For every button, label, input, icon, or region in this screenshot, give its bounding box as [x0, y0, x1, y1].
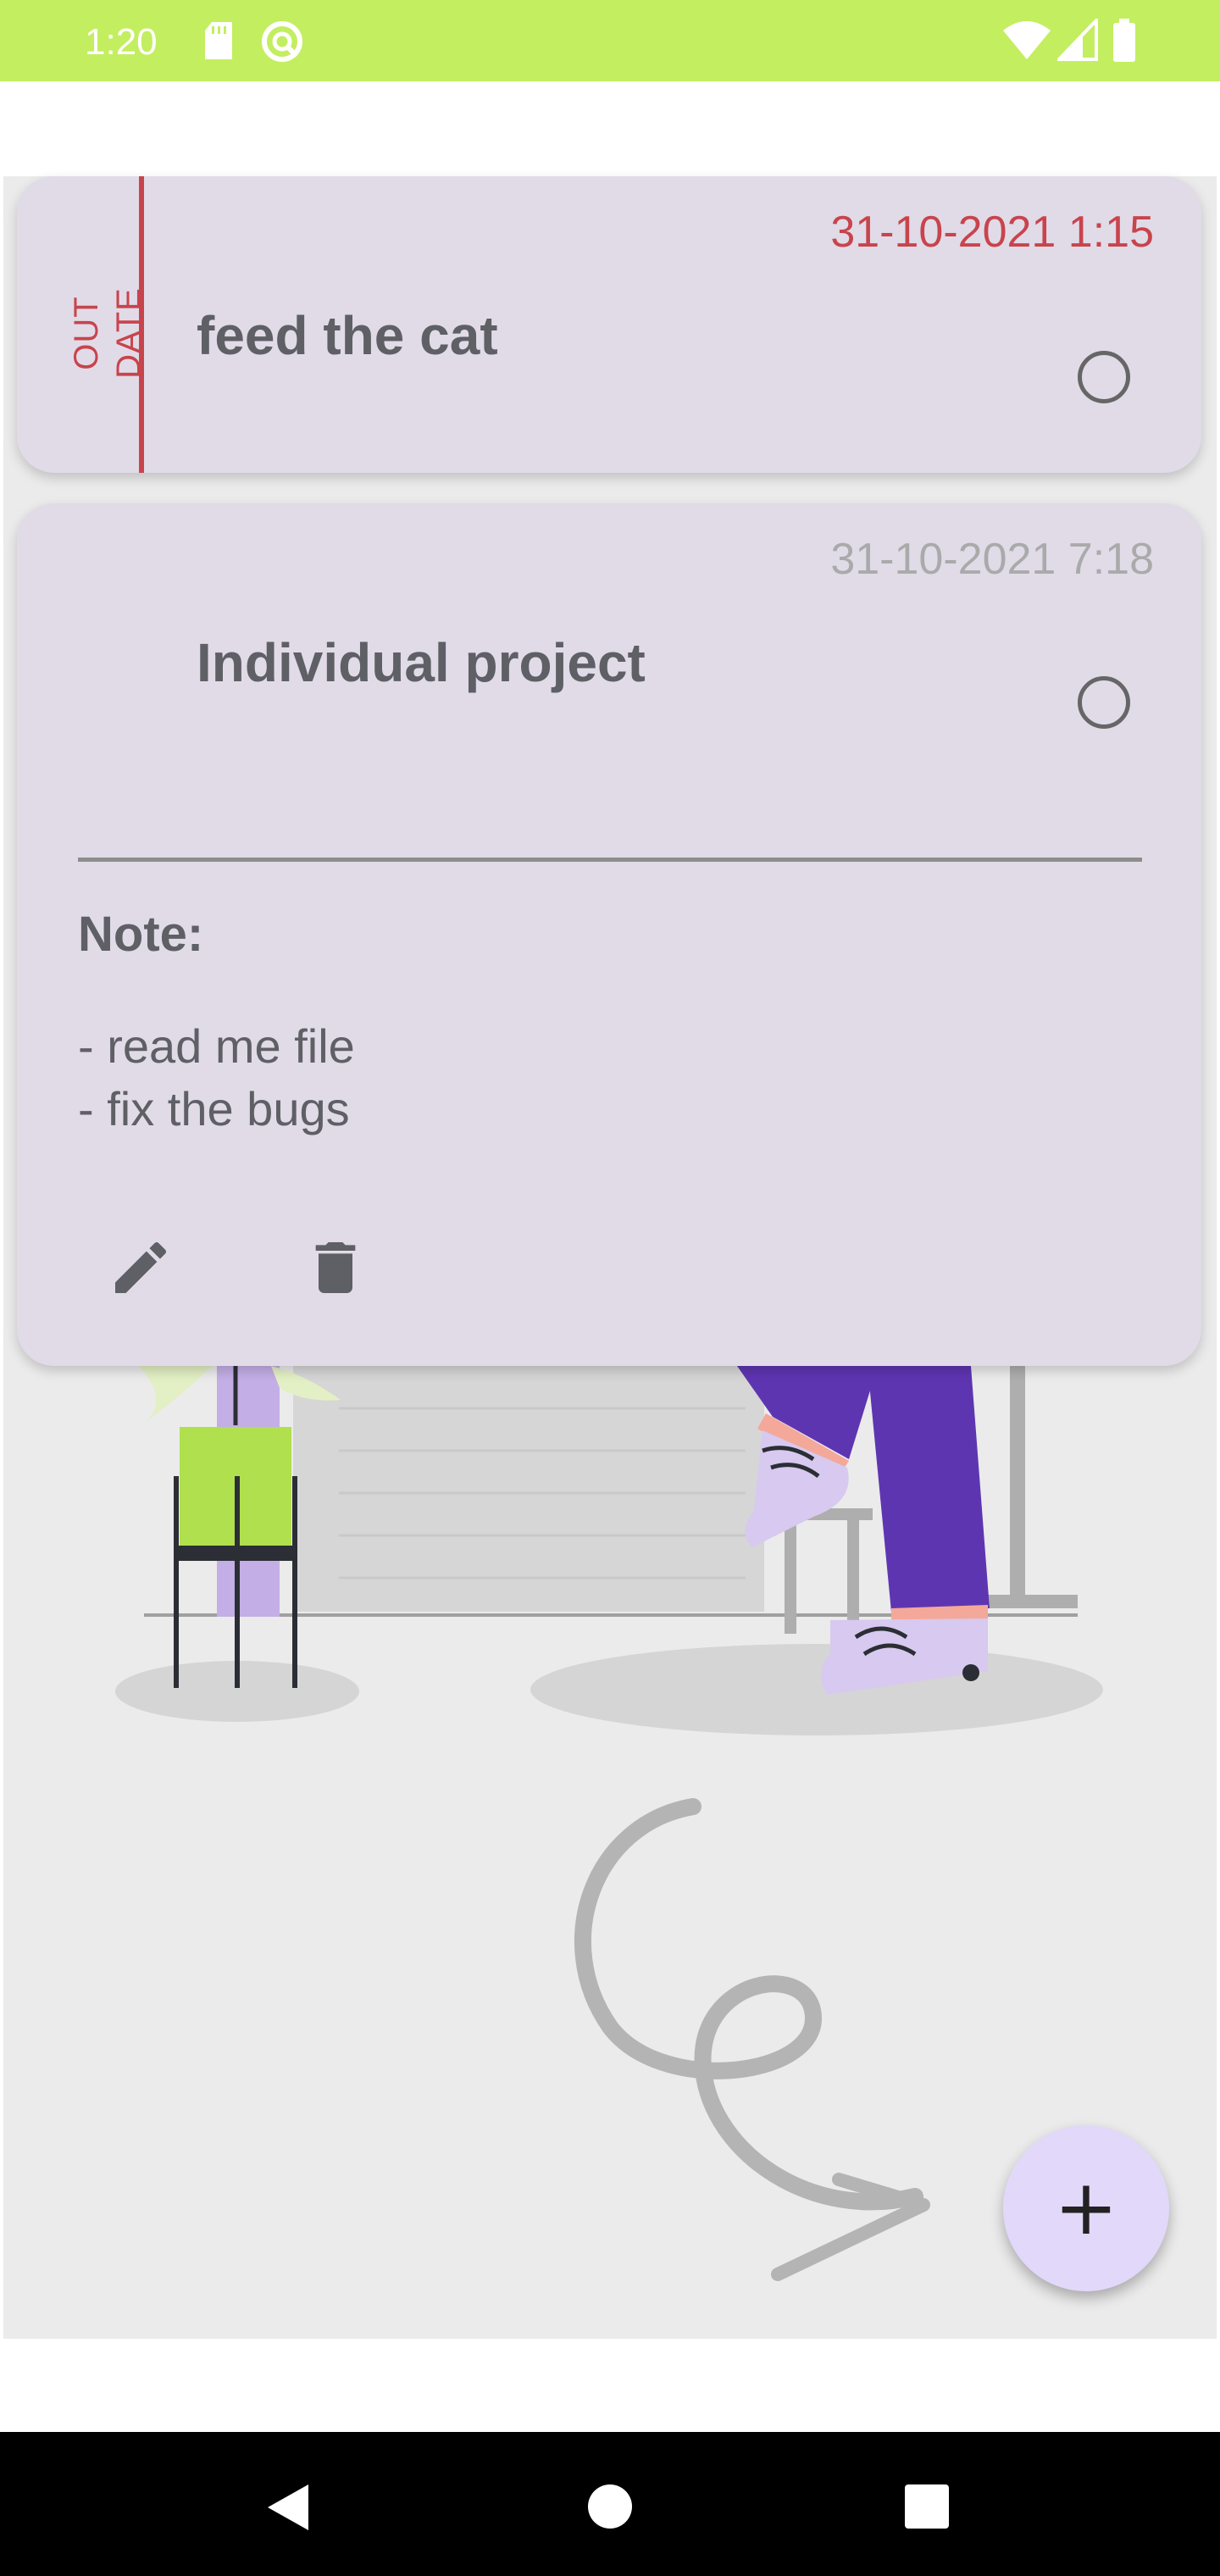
- add-task-button[interactable]: +: [1003, 2125, 1169, 2291]
- battery-icon: [1113, 19, 1135, 62]
- task-date: 31-10-2021 1:15: [830, 208, 1154, 257]
- note-label: Note:: [78, 907, 204, 962]
- task-date: 31-10-2021 7:18: [830, 535, 1154, 584]
- delete-icon[interactable]: [302, 1234, 369, 1302]
- wifi-icon: [1003, 21, 1051, 59]
- task-title: feed the cat: [197, 305, 498, 366]
- task-title: Individual project: [197, 632, 646, 693]
- complete-radio-button[interactable]: [1078, 676, 1130, 729]
- edit-icon[interactable]: [107, 1234, 175, 1302]
- recents-icon[interactable]: [903, 2483, 951, 2530]
- back-icon[interactable]: [264, 2483, 312, 2532]
- sd-card-icon: [205, 22, 232, 59]
- task-card-expanded[interactable]: 31-10-2021 7:18 Individual project Note:…: [17, 503, 1201, 1366]
- home-icon[interactable]: [586, 2483, 634, 2530]
- sync-icon: [262, 21, 302, 62]
- status-bar: 1:20: [0, 0, 1220, 81]
- out-date-label: OUT DATE: [68, 287, 147, 379]
- signal-icon: [1057, 19, 1098, 61]
- divider: [78, 858, 1142, 862]
- task-card-overdue[interactable]: OUT DATE 31-10-2021 1:15 feed the cat: [17, 176, 1201, 473]
- note-text: - read me file - fix the bugs: [78, 1019, 355, 1135]
- complete-radio-button[interactable]: [1078, 351, 1130, 403]
- plus-icon: +: [1054, 2163, 1118, 2252]
- navigation-bar: [0, 2432, 1220, 2576]
- status-time: 1:20: [85, 21, 158, 63]
